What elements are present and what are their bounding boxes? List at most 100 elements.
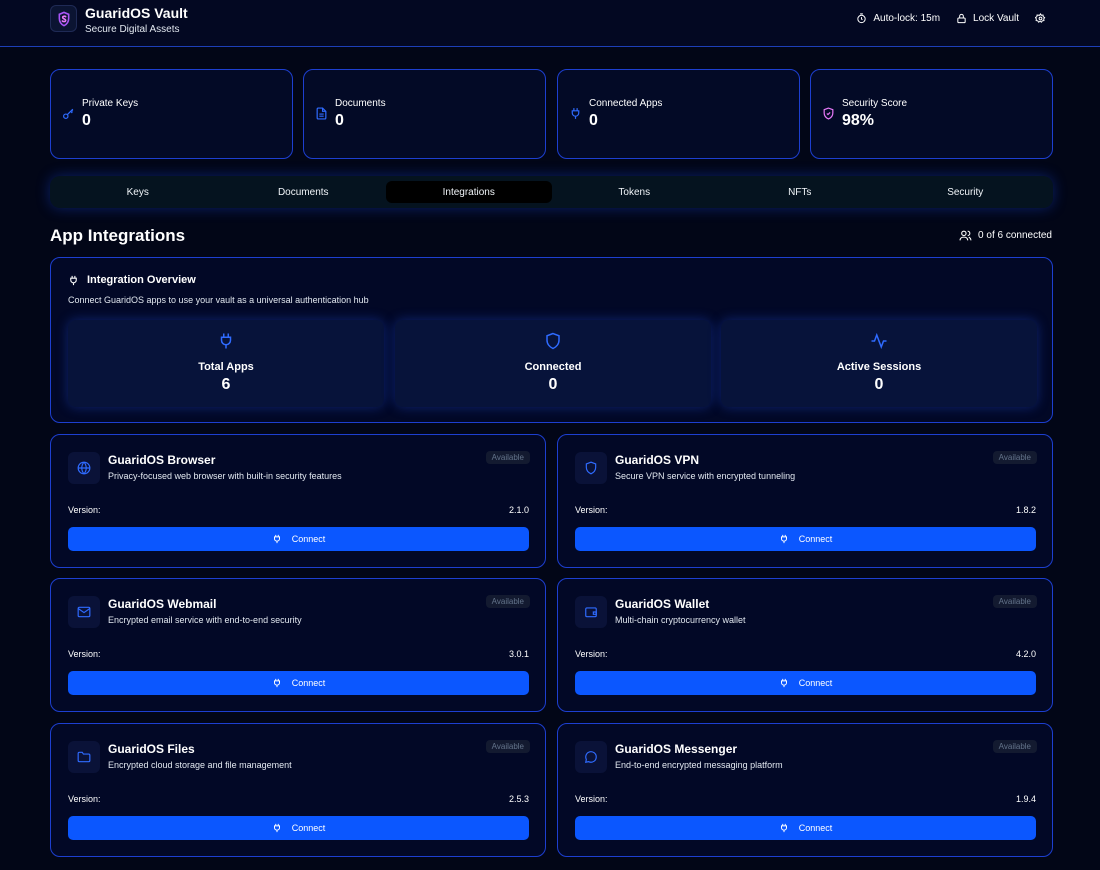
overview-description: Connect GuaridOS apps to use your vault …	[68, 295, 369, 305]
app-icon-box	[68, 596, 100, 628]
message-icon	[585, 751, 597, 763]
connect-button[interactable]: Connect	[575, 671, 1036, 695]
app-subtitle: Secure Digital Assets	[85, 24, 180, 35]
stat-card-private-keys: Private Keys 0	[50, 69, 293, 159]
version-value: 1.9.4	[1015, 794, 1036, 804]
autolock-indicator[interactable]: Auto-lock: 15m	[856, 13, 940, 24]
connect-button-label: Connect	[291, 823, 326, 833]
app-name: GuaridOS Wallet	[615, 597, 710, 611]
connect-button[interactable]: Connect	[68, 816, 529, 840]
section-title: App Integrations	[50, 226, 186, 245]
stat-value: 98%	[842, 112, 875, 129]
stat-label: Documents	[335, 98, 386, 109]
main-tabs: Keys Documents Integrations Tokens NFTs …	[50, 176, 1053, 208]
app-description: Secure VPN service with encrypted tunnel…	[615, 471, 796, 481]
activity-icon	[871, 332, 887, 350]
app-icon-box	[575, 596, 607, 628]
app-card-messenger: GuaridOS Messenger End-to-end encrypted …	[557, 723, 1053, 857]
version-value: 2.1.0	[508, 505, 529, 515]
connect-button[interactable]: Connect	[575, 527, 1036, 551]
connect-button-label: Connect	[798, 823, 833, 833]
logo-icon	[58, 10, 69, 27]
stat-value: 0	[82, 112, 91, 129]
connect-button-label: Connect	[798, 534, 833, 544]
overview-stat-label: Connected	[524, 361, 582, 373]
connect-button[interactable]: Connect	[68, 527, 529, 551]
connect-button[interactable]: Connect	[68, 671, 529, 695]
shield-check-icon	[823, 107, 834, 120]
app-description: Multi-chain cryptocurrency wallet	[615, 615, 746, 625]
app-icon-box	[68, 452, 100, 484]
integration-overview: Integration Overview Connect GuaridOS ap…	[50, 257, 1053, 423]
plug-icon	[571, 108, 580, 119]
app-description: Privacy-focused web browser with built-i…	[108, 471, 342, 481]
users-icon	[959, 230, 972, 241]
tab-security[interactable]: Security	[883, 181, 1049, 203]
overview-stat-value: 0	[548, 376, 558, 393]
plug-icon	[273, 534, 280, 544]
version-label: Version:	[575, 649, 608, 659]
plug-icon	[780, 534, 787, 544]
app-name: GuaridOS VPN	[615, 453, 700, 467]
tab-integrations[interactable]: Integrations	[386, 181, 552, 203]
version-value: 4.2.0	[1015, 649, 1036, 659]
app-card-wallet: GuaridOS Wallet Multi-chain cryptocurren…	[557, 578, 1053, 712]
status-badge: Available	[992, 595, 1037, 608]
connect-button-label: Connect	[291, 678, 326, 688]
overview-total-apps: Total Apps 6	[68, 320, 384, 407]
app-title: GuaridOS Vault	[85, 5, 188, 21]
version-value: 1.8.2	[1015, 505, 1036, 515]
tab-nfts[interactable]: NFTs	[717, 181, 883, 203]
app-description: End-to-end encrypted messaging platform	[615, 760, 783, 770]
status-badge: Available	[485, 595, 530, 608]
stat-card-documents: Documents 0	[303, 69, 546, 159]
shield-icon	[546, 332, 560, 350]
app-description: Encrypted cloud storage and file managem…	[108, 760, 292, 770]
folder-icon	[77, 751, 91, 763]
plug-icon	[780, 678, 787, 688]
app-icon-box	[575, 741, 607, 773]
connected-count: 0 of 6 connected	[959, 229, 1052, 242]
stat-label: Connected Apps	[589, 98, 663, 109]
app-name: GuaridOS Browser	[108, 453, 216, 467]
app-name: GuaridOS Files	[108, 742, 195, 756]
stat-card-security-score: Security Score 98%	[810, 69, 1053, 159]
version-label: Version:	[68, 649, 101, 659]
app-icon-box	[68, 741, 100, 773]
top-header: GuaridOS Vault Secure Digital Assets Aut…	[0, 0, 1100, 47]
stat-value: 0	[335, 112, 344, 129]
tab-documents[interactable]: Documents	[221, 181, 387, 203]
status-badge: Available	[992, 740, 1037, 753]
version-label: Version:	[575, 794, 608, 804]
app-card-vpn: GuaridOS VPN Secure VPN service with enc…	[557, 434, 1053, 568]
tab-tokens[interactable]: Tokens	[552, 181, 718, 203]
lock-vault-label: Lock Vault	[973, 13, 1019, 24]
lock-vault-button[interactable]: Lock Vault	[956, 13, 1019, 24]
plug-icon	[780, 823, 787, 833]
shield-icon	[585, 461, 597, 475]
overview-stat-label: Active Sessions	[836, 361, 922, 373]
overview-title: Integration Overview	[87, 274, 196, 286]
lock-icon	[957, 13, 966, 24]
status-badge: Available	[485, 740, 530, 753]
status-badge: Available	[992, 451, 1037, 464]
wallet-icon	[585, 607, 597, 618]
timer-icon	[857, 13, 867, 24]
status-badge: Available	[485, 451, 530, 464]
autolock-label: Auto-lock: 15m	[873, 13, 941, 24]
app-card-files: GuaridOS Files Encrypted cloud storage a…	[50, 723, 546, 857]
overview-stat-value: 0	[874, 376, 884, 393]
settings-button[interactable]	[1035, 13, 1046, 24]
stat-label: Private Keys	[82, 98, 139, 109]
plug-icon	[273, 823, 280, 833]
connect-button[interactable]: Connect	[575, 816, 1036, 840]
tab-keys[interactable]: Keys	[55, 181, 221, 203]
app-name: GuaridOS Messenger	[615, 742, 738, 756]
overview-active-sessions: Active Sessions 0	[721, 320, 1037, 407]
vault-logo	[50, 5, 77, 32]
document-icon	[316, 107, 327, 120]
app-name: GuaridOS Webmail	[108, 597, 217, 611]
plug-icon	[70, 275, 77, 285]
mail-icon	[77, 606, 91, 618]
stat-card-connected-apps: Connected Apps 0	[557, 69, 800, 159]
